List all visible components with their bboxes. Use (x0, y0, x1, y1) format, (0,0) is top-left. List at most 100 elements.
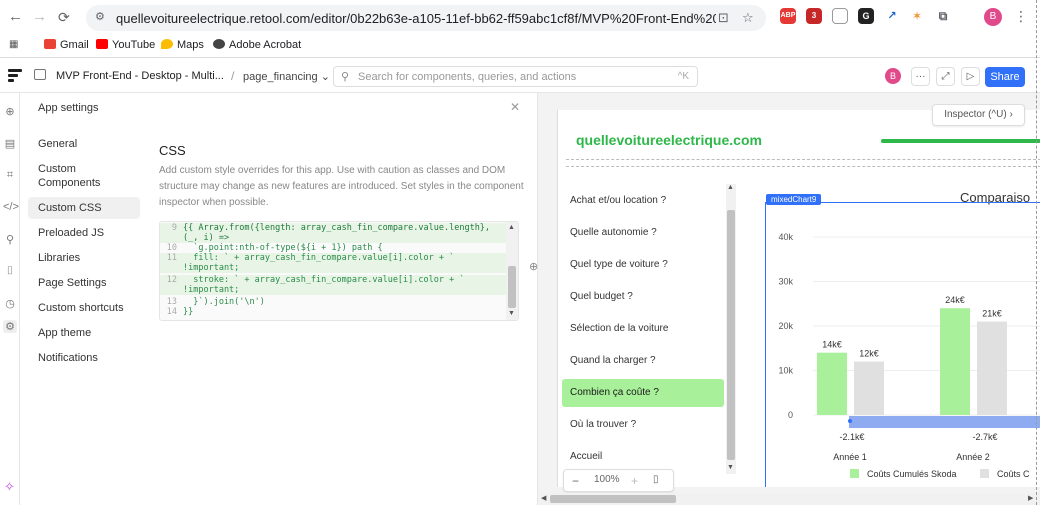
scroll-up-icon[interactable]: ▲ (508, 224, 515, 231)
canvas-horizontal-scrollbar[interactable]: ◀ ▶ (538, 493, 1040, 505)
editor-scroll-thumb[interactable] (508, 266, 516, 308)
settings-nav-notifications[interactable]: Notifications (28, 347, 140, 369)
settings-nav-page-settings[interactable]: Page Settings (28, 272, 140, 294)
state-icon[interactable]: ⌷ (3, 265, 17, 278)
app-title[interactable]: MVP Front-End - Desktop - Multi... (56, 70, 224, 82)
settings-nav-custom-css[interactable]: Custom CSS (28, 197, 140, 219)
inspector-button[interactable]: Inspector (^U) › (932, 104, 1025, 126)
pages-icon[interactable]: ▤ (3, 137, 17, 150)
adblock-extension-icon[interactable]: ABP (780, 8, 796, 24)
youtube-icon (96, 39, 108, 49)
zoom-out-icon[interactable]: − (572, 474, 579, 488)
extensions-puzzle-icon[interactable]: ⧉ (935, 8, 951, 24)
code-line[interactable]: !important; (160, 285, 506, 295)
extension-leaf-icon[interactable] (832, 8, 848, 24)
search-icon: ⚲ (341, 71, 350, 83)
add-component-icon[interactable]: ⊕ (3, 105, 17, 118)
settings-nav: General Custom Components Custom CSS Pre… (28, 133, 140, 372)
apps-grid-icon[interactable]: ▦ (9, 39, 18, 50)
profile-avatar[interactable]: B (984, 8, 1002, 26)
zoom-in-icon[interactable]: + (631, 474, 638, 488)
menu-item-autonomie[interactable]: Quelle autonomie ? (562, 219, 724, 247)
scroll-left-icon[interactable]: ◀ (541, 494, 546, 502)
tree-icon[interactable]: ⌗ (3, 169, 17, 182)
settings-nav-libraries[interactable]: Libraries (28, 247, 140, 269)
more-options-icon[interactable]: ··· (911, 67, 930, 86)
code-line[interactable]: 12 stroke: ` + array_cash_fin_compare.va… (160, 275, 506, 285)
menu-item-accueil[interactable]: Accueil (562, 443, 724, 471)
preview-play-icon[interactable]: ▷ (961, 67, 980, 86)
code-line[interactable]: 9{{ Array.from({length: array_cash_fin_c… (160, 223, 506, 233)
bookmark-star-icon[interactable]: ☆ (742, 10, 754, 26)
scroll-down-icon[interactable]: ▼ (508, 310, 515, 317)
url-text[interactable]: quellevoitureelectrique.retool.com/edito… (116, 11, 716, 26)
mixed-chart[interactable]: Comparaiso mixedChart9 0 10k 20k 30k 40k 14k€… (765, 190, 1040, 487)
settings-nav-preloaded-js[interactable]: Preloaded JS (28, 222, 140, 244)
scroll-right-icon[interactable]: ▶ (1028, 494, 1033, 502)
back-arrow-icon[interactable]: ← (8, 9, 23, 25)
bookmark-gmail[interactable]: Gmail (44, 39, 89, 51)
code-line[interactable]: 13 }`).join('\n') (160, 297, 506, 307)
user-avatar[interactable]: B (885, 68, 901, 84)
menu-item-selection[interactable]: Sélection de la voiture (562, 315, 724, 343)
extension-arrow-icon[interactable]: ↗ (884, 8, 900, 24)
code-line[interactable]: (_, i) => (160, 233, 506, 243)
share-button[interactable]: Share (985, 67, 1025, 87)
expand-icon[interactable]: ⤢ (936, 67, 955, 86)
menu-item-type-voiture[interactable]: Quel type de voiture ? (562, 251, 724, 279)
code-line[interactable]: 11 fill: ` + array_cash_fin_compare.valu… (160, 253, 506, 263)
extension-sun-icon[interactable]: ✶ (909, 8, 925, 24)
data-label: 21k€ (982, 309, 1002, 319)
y-tick-label: 10k (778, 366, 793, 376)
site-info-icon[interactable]: ⚙ (95, 10, 105, 23)
css-code-editor[interactable]: 9{{ Array.from({length: array_cash_fin_c… (159, 221, 519, 321)
component-search[interactable]: ⚲ Search for components, queries, and ac… (333, 66, 698, 87)
zoom-control: − 100% + ▯ (563, 469, 674, 492)
settings-nav-custom-components[interactable]: Custom Components (28, 158, 140, 194)
reload-icon[interactable]: ⟳ (58, 9, 70, 25)
browser-menu-icon[interactable]: ⋮ (1014, 8, 1028, 25)
toggle-panel-icon[interactable] (34, 69, 46, 80)
bookmarks-bar: ▦ Gmail YouTube Maps Adobe Acrobat (0, 34, 1040, 58)
bookmark-youtube[interactable]: YouTube (96, 39, 155, 51)
settings-gear-icon[interactable]: ⚙ (3, 320, 17, 333)
menu-item-achat[interactable]: Achat et/ou location ? (562, 187, 724, 215)
retool-logo-icon[interactable] (8, 69, 22, 82)
assist-sparkle-icon[interactable]: ✧ (4, 479, 15, 495)
menu-item-budget[interactable]: Quel budget ? (562, 283, 724, 311)
menu-scrollbar[interactable]: ▲ ▼ (726, 184, 736, 474)
settings-nav-custom-shortcuts[interactable]: Custom shortcuts (28, 297, 140, 319)
settings-nav-app-theme[interactable]: App theme (28, 322, 140, 344)
menu-scroll-up-icon[interactable]: ▲ (727, 184, 734, 191)
close-icon[interactable]: ✕ (510, 100, 520, 114)
forward-arrow-icon[interactable]: → (32, 9, 47, 25)
menu-item-cout[interactable]: Combien ça coûte ? (562, 379, 724, 407)
left-icon-rail: ⊕ ▤ ⌗ </> ⚲ ⌷ ◷ ⚙ ✧ (0, 93, 20, 505)
code-icon[interactable]: </> (3, 201, 19, 213)
data-label: 24k€ (945, 295, 965, 305)
page-selector[interactable]: page_financing ⌄ (243, 70, 330, 83)
search-rail-icon[interactable]: ⚲ (3, 233, 17, 246)
brand-progress-line (881, 139, 1040, 143)
browser-toolbar: ← → ⟳ ⚙ quellevoitureelectrique.retool.c… (0, 0, 1040, 34)
install-app-icon[interactable]: ⊡ (718, 10, 729, 26)
canvas-scroll-thumb[interactable] (550, 495, 676, 503)
address-bar[interactable]: ⚙ quellevoitureelectrique.retool.com/edi… (86, 5, 766, 31)
settings-nav-general[interactable]: General (28, 133, 140, 155)
code-line[interactable]: 14}} (160, 307, 506, 317)
extension-g-icon[interactable]: G (858, 8, 874, 24)
menu-item-trouver[interactable]: Où la trouver ? (562, 411, 724, 439)
zoom-level[interactable]: 100% (594, 474, 620, 485)
editor-scrollbar[interactable]: ▲ ▼ (506, 222, 518, 320)
bookmark-adobe[interactable]: Adobe Acrobat (213, 39, 301, 51)
history-icon[interactable]: ◷ (3, 297, 17, 310)
extension-badge-icon[interactable]: 3 (806, 8, 822, 24)
device-preview-icon[interactable]: ▯ (653, 474, 659, 485)
code-line[interactable]: !important; (160, 263, 506, 273)
menu-scroll-down-icon[interactable]: ▼ (727, 464, 734, 471)
menu-item-charger[interactable]: Quand la charger ? (562, 347, 724, 375)
menu-scroll-thumb[interactable] (727, 210, 735, 460)
bookmark-maps[interactable]: Maps (161, 39, 204, 51)
crosshair-cursor-icon: ⊕ (529, 261, 539, 273)
code-line[interactable]: 10 `g.point:nth-of-type(${i + 1}) path { (160, 243, 506, 253)
